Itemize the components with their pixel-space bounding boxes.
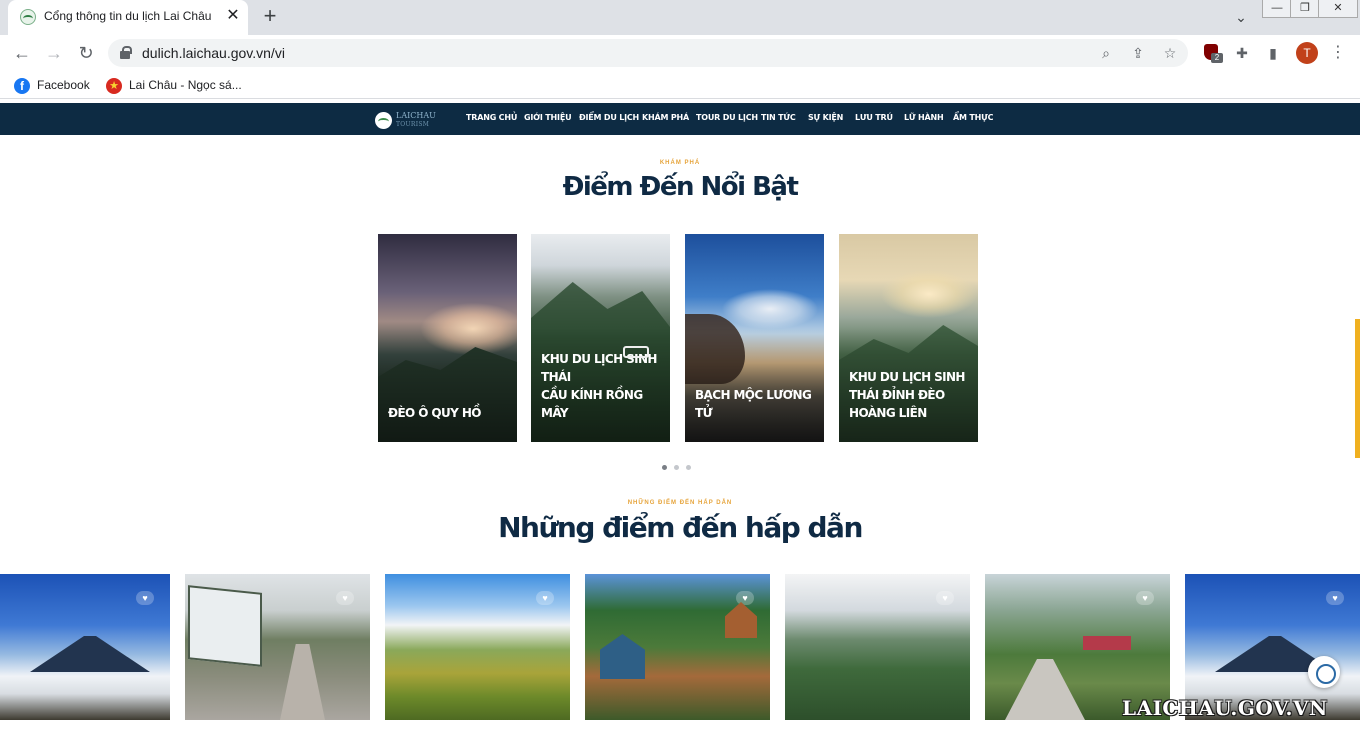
bookmarks-bar: f Facebook ★ Lai Châu - Ngọc sá... xyxy=(0,71,1360,99)
lock-icon[interactable] xyxy=(120,46,132,59)
menu-item-luu-tru[interactable]: LƯU TRÚ xyxy=(855,113,893,122)
featured-kicker: KHÁM PHÁ xyxy=(659,160,701,166)
destination-card[interactable]: ♥ xyxy=(785,574,970,720)
zoom-icon[interactable]: ⌕ xyxy=(1096,43,1116,63)
forward-arrow-icon[interactable]: → xyxy=(41,41,67,65)
share-icon[interactable]: ⇪ xyxy=(1128,43,1148,63)
featured-card-caption: KHU DU LỊCH SINH THÁI ĐỈNH ĐÈO HOÀNG LIÊ… xyxy=(849,370,965,420)
window-close-button[interactable]: ✕ xyxy=(1318,0,1358,18)
attractive-title: Những điểm đến hấp dẫn xyxy=(498,511,863,544)
featured-card-bach-moc-luong-tu[interactable]: BẠCH MỘC LƯƠNG TỬ xyxy=(685,234,824,442)
carousel-dots xyxy=(662,465,702,471)
attractive-kicker: NHỮNG ĐIỂM ĐẾN HẤP DẪN xyxy=(627,500,733,506)
back-arrow-icon[interactable]: ← xyxy=(9,41,35,65)
featured-card-dinh-deo-hoang-lien[interactable]: KHU DU LỊCH SINH THÁI ĐỈNH ĐÈO HOÀNG LIÊ… xyxy=(839,234,978,442)
facebook-icon: f xyxy=(14,77,30,94)
bookmark-lai-chau[interactable]: ★ Lai Châu - Ngọc sá... xyxy=(106,76,242,94)
menu-item-am-thuc[interactable]: ẨM THỰC xyxy=(953,113,993,122)
carousel-dot-2[interactable] xyxy=(674,465,679,470)
heart-icon[interactable]: ♥ xyxy=(736,591,754,605)
site-favicon-icon xyxy=(20,9,36,25)
featured-title: Điểm Đến Nổi Bật xyxy=(562,172,799,202)
menu-item-diem-du-lich[interactable]: ĐIỂM DU LỊCH xyxy=(579,113,639,122)
side-panel-icon[interactable]: ▮ xyxy=(1263,43,1283,63)
browser-tab-active[interactable]: Cổng thông tin du lịch Lai Châu ✕ xyxy=(8,0,248,35)
new-tab-button[interactable]: + xyxy=(258,5,282,29)
menu-item-su-kien[interactable]: SỰ KIỆN xyxy=(808,113,843,122)
menu-item-trang-chu[interactable]: TRANG CHỦ xyxy=(466,113,517,122)
profile-avatar[interactable]: T xyxy=(1296,42,1318,64)
watermark-text: LAICHAU.GOV.VN xyxy=(1122,696,1328,720)
destination-card[interactable]: ♥ xyxy=(185,574,370,720)
heart-icon[interactable]: ♥ xyxy=(136,591,154,605)
logo-subtitle: TOURISM xyxy=(396,121,430,128)
url-text[interactable]: dulich.laichau.gov.vn/vi xyxy=(142,45,285,61)
featured-card-caption: ĐÈO Ô QUY HỒ xyxy=(388,406,481,420)
destination-card[interactable]: ♥ xyxy=(0,574,170,720)
destination-card[interactable]: ♥ xyxy=(385,574,570,720)
tab-title: Cổng thông tin du lịch Lai Châu xyxy=(44,9,212,23)
menu-item-kham-pha[interactable]: KHÁM PHÁ xyxy=(642,113,689,122)
menu-item-tin-tuc[interactable]: TIN TỨC xyxy=(761,113,796,122)
reload-icon[interactable]: ↻ xyxy=(73,41,99,65)
heart-icon[interactable]: ♥ xyxy=(1326,591,1344,605)
featured-card-caption: KHU DU LỊCH SINH THÁI CẦU KÍNH RỒNG MÂY xyxy=(541,352,657,420)
menu-item-tour-du-lich[interactable]: TOUR DU LỊCH xyxy=(696,113,758,122)
tab-close-icon[interactable]: ✕ xyxy=(224,7,242,25)
menu-item-lu-hanh[interactable]: LỮ HÀNH xyxy=(904,113,944,122)
site-navbar: LAICHAU TOURISM TRANG CHỦ GIỚI THIỆU ĐIỂ… xyxy=(0,103,1360,135)
chat-support-icon[interactable] xyxy=(1308,656,1340,688)
bookmark-facebook[interactable]: f Facebook xyxy=(14,76,90,94)
carousel-dot-1[interactable] xyxy=(662,465,667,470)
national-emblem-icon: ★ xyxy=(106,77,122,94)
ublock-extension-icon[interactable]: 2 xyxy=(1202,43,1223,63)
featured-card-deo-o-quy-ho[interactable]: ĐÈO Ô QUY HỒ xyxy=(378,234,517,442)
window-maximize-button[interactable]: ❐ xyxy=(1290,0,1320,18)
featured-card-cau-kinh-rong-may[interactable]: KHU DU LỊCH SINH THÁI CẦU KÍNH RỒNG MÂY xyxy=(531,234,670,442)
bookmark-lai-chau-label: Lai Châu - Ngọc sá... xyxy=(129,78,242,92)
browser-tabstrip: Cổng thông tin du lịch Lai Châu ✕ + ⌄ — … xyxy=(0,0,1360,35)
tab-search-icon[interactable]: ⌄ xyxy=(1230,6,1252,28)
extensions-puzzle-icon[interactable]: ✚ xyxy=(1232,43,1252,63)
browser-menu-icon[interactable]: ⋮ xyxy=(1328,43,1348,63)
logo-mountain-icon xyxy=(375,112,392,129)
heart-icon[interactable]: ♥ xyxy=(536,591,554,605)
destination-card[interactable]: ♥ xyxy=(585,574,770,720)
bookmark-star-icon[interactable]: ☆ xyxy=(1160,43,1180,63)
featured-card-caption: BẠCH MỘC LƯƠNG TỬ xyxy=(695,388,812,420)
ublock-badge: 2 xyxy=(1211,53,1223,63)
logo-name: LAICHAU xyxy=(396,111,436,120)
page-scroll-indicator[interactable] xyxy=(1355,319,1360,458)
heart-icon[interactable]: ♥ xyxy=(1136,591,1154,605)
menu-item-gioi-thieu[interactable]: GIỚI THIỆU xyxy=(524,113,572,122)
window-minimize-button[interactable]: — xyxy=(1262,0,1292,18)
heart-icon[interactable]: ♥ xyxy=(936,591,954,605)
site-logo[interactable]: LAICHAU TOURISM xyxy=(375,110,441,130)
bookmark-facebook-label: Facebook xyxy=(37,78,90,92)
carousel-dot-3[interactable] xyxy=(686,465,691,470)
heart-icon[interactable]: ♥ xyxy=(336,591,354,605)
browser-toolbar: ← → ↻ dulich.laichau.gov.vn/vi ⌕ ⇪ ☆ 2 ✚… xyxy=(0,35,1360,71)
address-bar[interactable]: dulich.laichau.gov.vn/vi ⌕ ⇪ ☆ xyxy=(108,39,1188,67)
